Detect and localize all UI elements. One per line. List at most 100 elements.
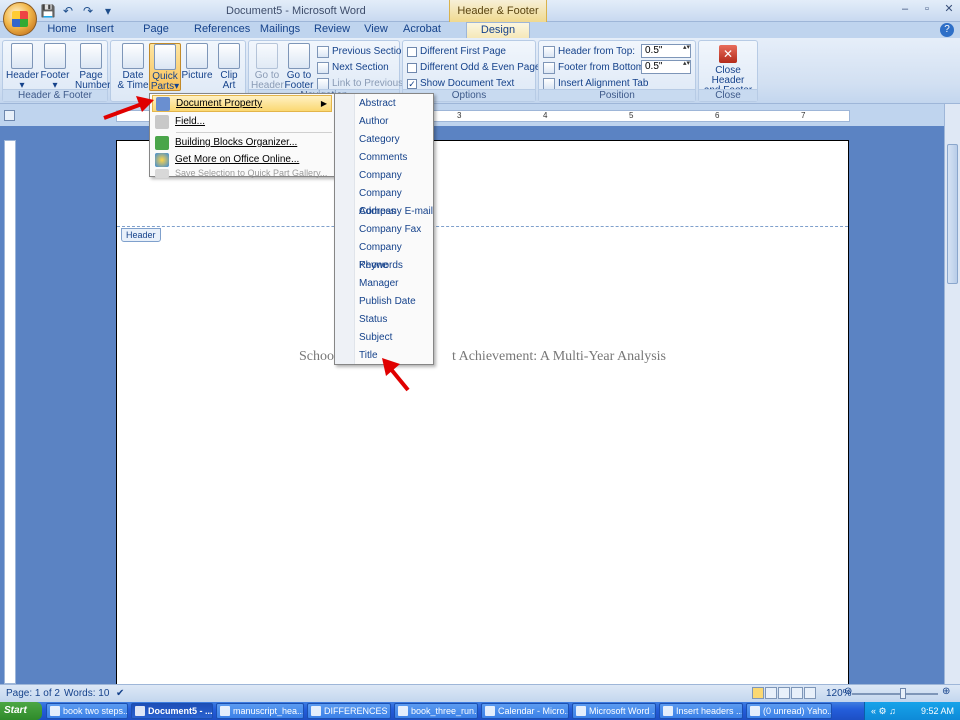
- menu-item-building-blocks[interactable]: Building Blocks Organizer...: [152, 134, 332, 151]
- tab-acrobat[interactable]: Acrobat: [402, 22, 442, 38]
- menu-item-get-more[interactable]: Get More on Office Online...: [152, 151, 332, 168]
- menu-item-field[interactable]: Field...: [152, 113, 332, 130]
- previous-section-button[interactable]: Previous Section: [317, 44, 407, 59]
- alignment-tab-icon: [543, 77, 555, 90]
- submenu-item-author[interactable]: Author: [359, 113, 388, 131]
- save-icon[interactable]: 💾: [40, 3, 56, 19]
- web-layout-view-icon[interactable]: [778, 687, 790, 699]
- submenu-item-company-address[interactable]: Company Address: [359, 185, 433, 217]
- footer-from-bottom-label-row: Footer from Bottom:: [543, 60, 647, 75]
- taskbar-item-active[interactable]: Document5 - ...: [131, 703, 213, 719]
- zoom-in-icon[interactable]: ⊕: [942, 686, 950, 697]
- vertical-scrollbar[interactable]: [944, 104, 960, 684]
- group-close: ✕Close Headerand Footer Close: [698, 40, 758, 102]
- goto-header-icon: [256, 43, 278, 69]
- clip-art-button[interactable]: Clip Art: [213, 43, 245, 91]
- taskbar-item[interactable]: manuscript_hea...: [216, 703, 304, 719]
- help-icon[interactable]: ?: [940, 23, 954, 37]
- proofing-icon[interactable]: ✔: [116, 688, 124, 699]
- group-header-footer: Header▾ Footer▾ PageNumber▾ Header & Foo…: [2, 40, 116, 102]
- submenu-item-company-fax[interactable]: Company Fax: [359, 221, 421, 239]
- full-screen-view-icon[interactable]: [765, 687, 777, 699]
- start-button[interactable]: Start: [0, 702, 42, 720]
- submenu-item-abstract[interactable]: Abstract: [359, 95, 396, 113]
- taskbar-item[interactable]: Calendar - Micro...: [481, 703, 569, 719]
- tab-references[interactable]: References: [194, 22, 250, 38]
- goto-header-button[interactable]: Go to Header: [251, 43, 284, 91]
- tab-mailings[interactable]: Mailings: [258, 22, 302, 38]
- goto-footer-button[interactable]: Go to Footer: [283, 43, 315, 91]
- taskbar-item[interactable]: Microsoft Word ...: [572, 703, 656, 719]
- office-online-icon: [155, 152, 169, 167]
- submenu-item-company-email[interactable]: Company E-mail: [359, 203, 433, 221]
- tab-page-layout[interactable]: Page Layout: [126, 22, 186, 49]
- taskbar-item[interactable]: book_three_run...: [394, 703, 478, 719]
- different-first-page-checkbox[interactable]: Different First Page: [407, 44, 506, 59]
- title-bar: 💾 ↶ ↷ ▾ Document5 - Microsoft Word Heade…: [0, 0, 960, 39]
- document-property-label: Document Property: [176, 98, 263, 109]
- zoom-slider-thumb[interactable]: [900, 688, 906, 699]
- different-first-page-label: Different First Page: [420, 46, 506, 57]
- header-from-top-spinner[interactable]: 0.5": [641, 44, 691, 58]
- taskbar-item[interactable]: DIFFERENCES I...: [307, 703, 391, 719]
- checkbox-checked-icon: ✓: [407, 78, 417, 89]
- zoom-out-icon[interactable]: ⊖: [844, 686, 852, 697]
- different-odd-even-checkbox[interactable]: Different Odd & Even Pages: [407, 60, 545, 75]
- submenu-item-company-phone[interactable]: Company Phone: [359, 239, 433, 271]
- footer-button[interactable]: Footer ▾: [39, 43, 71, 91]
- taskbar-item[interactable]: Insert headers ...: [659, 703, 743, 719]
- red-pointer-arrow-icon: [103, 96, 154, 120]
- redo-icon[interactable]: ↷: [80, 3, 96, 19]
- menu-item-document-property[interactable]: Document Property ▶: [152, 95, 332, 112]
- tab-selector[interactable]: [4, 110, 15, 121]
- header-position-icon: [543, 45, 555, 58]
- submenu-item-status[interactable]: Status: [359, 311, 387, 329]
- tab-design[interactable]: Design: [466, 22, 530, 38]
- header-title-text[interactable]: Schoo t Achievement: A Multi-Year Analysi…: [117, 349, 848, 365]
- submenu-item-comments[interactable]: Comments: [359, 149, 407, 167]
- submenu-item-subject[interactable]: Subject: [359, 329, 392, 347]
- close-icon: ✕: [719, 45, 737, 63]
- footer-from-bottom-spinner[interactable]: 0.5": [641, 60, 691, 74]
- outline-view-icon[interactable]: [791, 687, 803, 699]
- quick-parts-button[interactable]: Quick Parts▾: [149, 43, 181, 92]
- document-page[interactable]: Header Schoo t Achievement: A Multi-Year …: [116, 140, 849, 700]
- taskbar-item[interactable]: (0 unread) Yaho...: [746, 703, 832, 719]
- ruler-number: 7: [801, 111, 806, 120]
- menu-item-save-selection[interactable]: Save Selection to Quick Part Gallery...: [152, 168, 332, 178]
- customize-toolbar-icon[interactable]: ▾: [100, 3, 116, 19]
- next-section-button[interactable]: Next Section: [317, 60, 389, 75]
- maximize-button[interactable]: ▫: [916, 0, 938, 18]
- date-time-button[interactable]: Date & Time: [117, 43, 149, 91]
- page-number-button[interactable]: PageNumber▾: [75, 43, 116, 91]
- word-count-status[interactable]: Words: 10: [64, 688, 109, 699]
- quick-access-toolbar: 💾 ↶ ↷ ▾: [40, 3, 116, 19]
- tab-insert[interactable]: Insert: [84, 22, 116, 38]
- submenu-item-keywords[interactable]: Keywords: [359, 257, 403, 275]
- undo-icon[interactable]: ↶: [60, 3, 76, 19]
- draft-view-icon[interactable]: [804, 687, 816, 699]
- picture-button[interactable]: Picture: [181, 43, 213, 81]
- minimize-button[interactable]: –: [894, 0, 916, 18]
- link-icon: [317, 77, 329, 90]
- print-layout-view-icon[interactable]: [752, 687, 764, 699]
- status-bar: Page: 1 of 2 Words: 10 ✔ 120% ⊖ ⊕: [0, 684, 960, 702]
- header-button[interactable]: Header ▾: [6, 43, 39, 91]
- tab-view[interactable]: View: [362, 22, 390, 38]
- vertical-ruler[interactable]: [4, 140, 16, 684]
- office-button[interactable]: [3, 2, 37, 36]
- tab-home[interactable]: Home: [44, 22, 80, 38]
- scrollbar-thumb[interactable]: [947, 144, 958, 284]
- submenu-item-publish-date[interactable]: Publish Date: [359, 293, 416, 311]
- submenu-item-company[interactable]: Company: [359, 167, 402, 185]
- submenu-item-category[interactable]: Category: [359, 131, 400, 149]
- group-label-position: Position: [539, 89, 695, 101]
- tab-review[interactable]: Review: [314, 22, 350, 38]
- submenu-item-title[interactable]: Title: [359, 347, 378, 365]
- close-window-button[interactable]: ✕: [938, 0, 960, 18]
- taskbar-item[interactable]: book two steps...: [46, 703, 128, 719]
- zoom-slider[interactable]: [852, 693, 938, 695]
- page-count-status[interactable]: Page: 1 of 2: [6, 688, 60, 699]
- tray-icons[interactable]: « ⚙ ♫: [871, 702, 896, 720]
- submenu-item-manager[interactable]: Manager: [359, 275, 398, 293]
